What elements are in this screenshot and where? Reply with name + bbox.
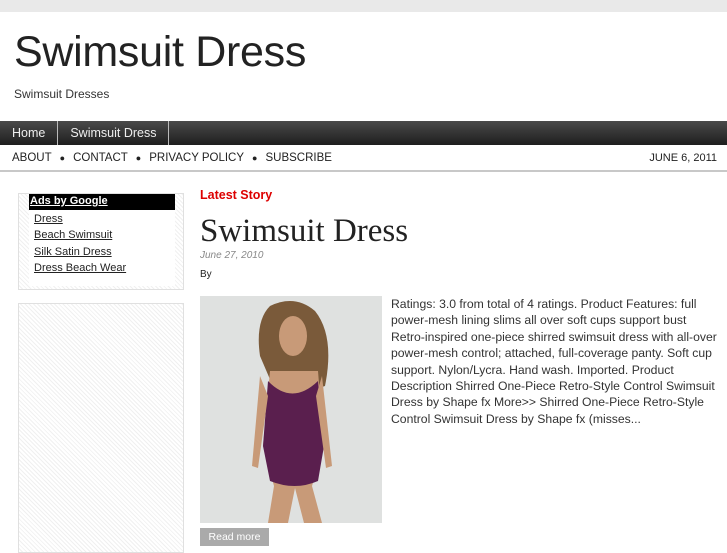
subnav-about[interactable]: ABOUT (12, 152, 52, 164)
site-title[interactable]: Swimsuit Dress (14, 28, 306, 77)
post-image[interactable] (200, 296, 382, 523)
ad-link[interactable]: Silk Satin Dress (34, 244, 175, 260)
nav-item-home[interactable]: Home (0, 121, 59, 145)
secondary-nav: ABOUT ● CONTACT ● PRIVACY POLICY ● SUBSC… (0, 145, 727, 172)
top-bar (0, 0, 727, 12)
read-more-button[interactable]: Read more (200, 528, 269, 546)
current-date: JUNE 6, 2011 (649, 152, 717, 164)
post-byline: By (200, 269, 212, 280)
section-label: Latest Story (200, 188, 273, 202)
site-description: Swimsuit Dresses (14, 87, 110, 101)
subnav-contact[interactable]: CONTACT (73, 152, 128, 164)
sidebar-widget (18, 303, 184, 553)
post-date: June 27, 2010 (200, 250, 264, 261)
subnav-privacy-policy[interactable]: PRIVACY POLICY (149, 152, 244, 164)
ad-link[interactable]: Dress Beach Wear (34, 260, 175, 276)
subnav-subscribe[interactable]: SUBSCRIBE (265, 152, 331, 164)
main-nav: Home Swimsuit Dress (0, 121, 727, 145)
bullet-separator: ● (135, 152, 142, 163)
ads-widget: Ads by Google Dress Beach Swimsuit Silk … (18, 193, 184, 290)
nav-item-swimsuit-dress[interactable]: Swimsuit Dress (58, 121, 170, 145)
post-title[interactable]: Swimsuit Dress (200, 213, 408, 250)
bullet-separator: ● (252, 152, 258, 163)
ad-link[interactable]: Beach Swimsuit (34, 227, 175, 243)
ad-link[interactable]: Dress (34, 211, 175, 227)
ads-by-google-link[interactable]: Ads by Google (29, 194, 175, 210)
post-excerpt: Ratings: 3.0 from total of 4 ratings. Pr… (391, 297, 717, 426)
bullet-separator: ● (59, 152, 66, 163)
